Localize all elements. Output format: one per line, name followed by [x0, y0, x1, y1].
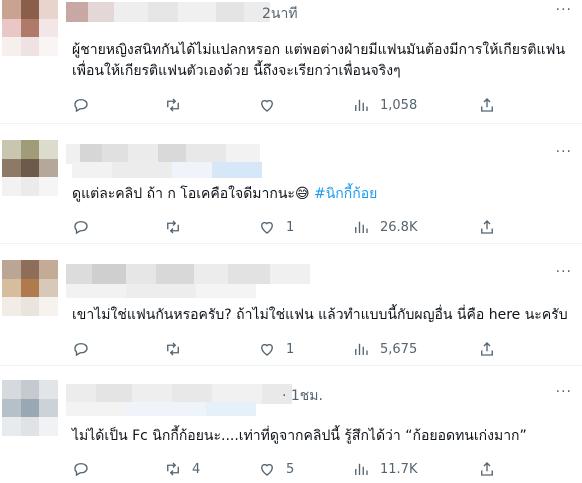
retweet-icon — [167, 462, 179, 476]
share-icon — [481, 342, 493, 356]
timestamp[interactable]: 2นาที — [262, 3, 298, 25]
tweet-text-body: ดูแต่ละคลิป ถ้า ก โอเคคือใจดีมากนะ😅 — [72, 186, 314, 202]
reply-icon — [74, 221, 88, 235]
hashtag-link[interactable]: #นิกกี้ก้อย — [314, 186, 377, 202]
tweet-actions: 1,058 — [72, 93, 572, 117]
tweet[interactable]: ··· ดูแต่ละคลิป ถ้า ก โอเคคือใจดีมากนะ😅 … — [0, 124, 582, 244]
share-icon — [481, 220, 493, 234]
views-icon — [355, 343, 368, 355]
reply-icon — [74, 343, 88, 357]
tweet-text: ดูแต่ละคลิป ถ้า ก โอเคคือใจดีมากนะ😅 #นิก… — [72, 184, 572, 205]
retweet-icon — [167, 98, 179, 112]
author-handle[interactable] — [72, 162, 262, 178]
retweet-icon — [167, 220, 179, 234]
reply-button[interactable] — [72, 457, 100, 481]
share-icon — [481, 98, 493, 112]
views-button[interactable]: 5,675 — [352, 337, 417, 361]
like-button[interactable]: 5 — [258, 457, 294, 481]
tweet-text: เขาไม่ใช่แฟนกันหรอครับ? ถ้าไม่ใช่แฟน แล้… — [72, 307, 568, 323]
tweet-actions: 4 5 11.7K — [72, 457, 572, 481]
views-button[interactable]: 26.8K — [352, 215, 417, 239]
like-button[interactable]: 1 — [258, 215, 294, 239]
more-icon[interactable]: ··· — [556, 2, 572, 18]
author-name[interactable] — [66, 144, 260, 164]
reply-button[interactable] — [72, 215, 100, 239]
share-button[interactable] — [478, 93, 496, 117]
author-handle[interactable] — [66, 284, 256, 298]
retweet-button[interactable] — [164, 215, 192, 239]
like-icon — [261, 99, 273, 112]
avatar[interactable] — [2, 260, 58, 316]
retweet-button[interactable] — [164, 93, 192, 117]
author-name[interactable] — [66, 2, 270, 22]
more-icon[interactable]: ··· — [556, 144, 572, 160]
like-button[interactable] — [258, 93, 286, 117]
author-name[interactable] — [66, 384, 292, 404]
more-icon[interactable]: ··· — [556, 264, 572, 280]
retweet-button[interactable]: 4 — [164, 457, 200, 481]
tweet-actions: 1 5,675 — [72, 337, 572, 361]
reply-button[interactable] — [72, 337, 100, 361]
retweet-button[interactable] — [164, 337, 192, 361]
views-button[interactable]: 1,058 — [352, 93, 417, 117]
reply-icon — [74, 463, 88, 477]
like-icon — [261, 221, 273, 234]
share-button[interactable] — [478, 215, 496, 239]
timestamp[interactable]: · 1ชม. — [282, 385, 323, 407]
tweet-text: ไม่ได้เป็น Fc นิกกี้ก้อยนะ....เท่าที่ดูจ… — [72, 428, 527, 444]
more-icon[interactable]: ··· — [556, 384, 572, 400]
avatar[interactable] — [2, 0, 58, 56]
share-button[interactable] — [478, 457, 496, 481]
like-icon — [261, 343, 273, 356]
retweet-icon — [167, 342, 179, 356]
share-icon — [481, 462, 493, 476]
views-icon — [355, 221, 368, 233]
views-button[interactable]: 11.7K — [352, 457, 417, 481]
tweet-text-line: ผู้ชายหญิงสนิทกันได้ไม่แปลกหรอก แต่พอต่า… — [72, 42, 566, 58]
tweet[interactable]: 2นาที ··· ผู้ชายหญิงสนิทกันได้ไม่แปลกหรอ… — [0, 0, 582, 124]
tweet-actions: 1 26.8K — [72, 215, 572, 239]
views-icon — [355, 463, 368, 475]
author-name[interactable] — [66, 264, 310, 284]
author-handle[interactable] — [66, 402, 256, 416]
avatar[interactable] — [2, 140, 58, 196]
views-icon — [355, 99, 368, 111]
tweet-text-line: เพื่อนให้เกียรติแฟนตัวเองด้วย นี้ถึงจะเร… — [72, 63, 401, 79]
avatar[interactable] — [2, 380, 58, 436]
like-icon — [261, 463, 273, 476]
reply-button[interactable] — [72, 93, 100, 117]
tweet-text: ผู้ชายหญิงสนิทกันได้ไม่แปลกหรอก แต่พอต่า… — [72, 40, 572, 82]
tweet[interactable]: ··· เขาไม่ใช่แฟนกันหรอครับ? ถ้าไม่ใช่แฟน… — [0, 244, 582, 366]
tweet[interactable]: · 1ชม. ··· ไม่ได้เป็น Fc นิกกี้ก้อยนะ...… — [0, 366, 582, 483]
share-button[interactable] — [478, 337, 496, 361]
like-button[interactable]: 1 — [258, 337, 294, 361]
reply-icon — [74, 99, 88, 113]
